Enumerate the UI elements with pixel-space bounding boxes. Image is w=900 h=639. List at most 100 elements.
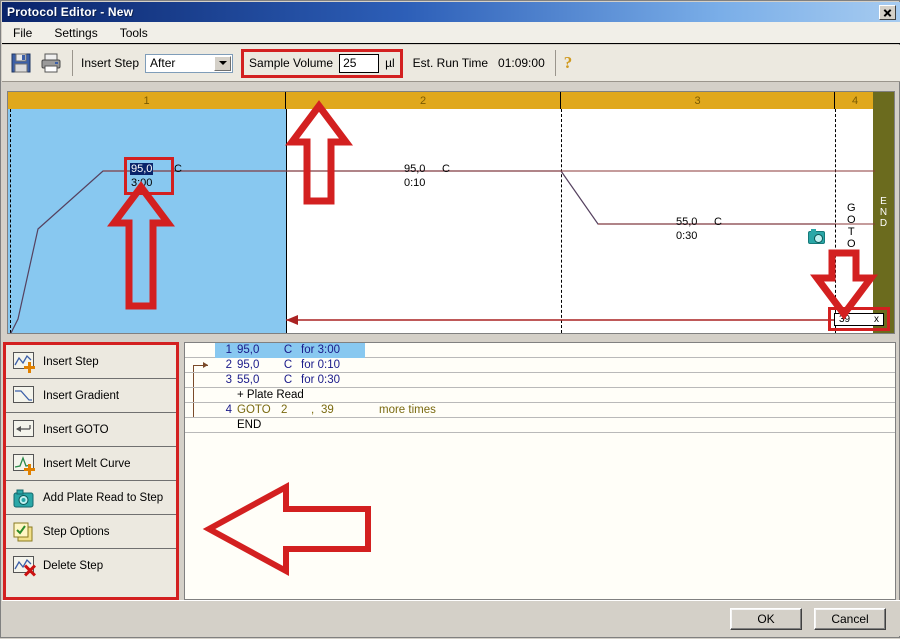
- table-row[interactable]: + Plate Read: [185, 388, 895, 403]
- goto-cycles-suffix: x: [874, 314, 879, 325]
- insert-melt-curve-icon: [12, 453, 36, 475]
- run-time-value: 01:09:00: [498, 56, 545, 70]
- menu-item-settings[interactable]: Settings: [43, 24, 108, 42]
- toolbar-separator-2: [554, 50, 556, 76]
- step-header-2[interactable]: 2: [286, 92, 561, 109]
- step-options-icon: [12, 521, 36, 543]
- row5-number: 4: [225, 404, 232, 416]
- row3-unit: C: [283, 374, 293, 386]
- row4-plate-read-label: + Plate Read: [237, 389, 304, 401]
- step1-temp-input[interactable]: 95,0: [130, 163, 154, 175]
- step-options-button-label: Step Options: [43, 525, 110, 538]
- step-tools-panel: Insert Step Insert Gradient Insert GOTO: [3, 342, 179, 600]
- menu-item-file[interactable]: File: [2, 24, 43, 42]
- sample-volume-unit: µl: [385, 56, 395, 70]
- temperature-profile-curve: [10, 170, 875, 333]
- step2-duration-value[interactable]: 0:10: [404, 177, 425, 189]
- close-icon[interactable]: [879, 4, 896, 20]
- add-plate-read-button[interactable]: Add Plate Read to Step: [6, 481, 176, 515]
- title-bar: Protocol Editor - New: [2, 2, 900, 22]
- delete-step-icon: [12, 555, 36, 577]
- table-row[interactable]: 3 55,0 C for 0:30: [185, 373, 895, 388]
- row5-goto-target: 2: [281, 404, 288, 416]
- row3-duration: for 0:30: [301, 374, 340, 386]
- insert-step-position-select[interactable]: After: [145, 53, 234, 73]
- row3-number: 3: [225, 374, 232, 386]
- cancel-button[interactable]: Cancel: [814, 607, 886, 630]
- row1-temp: 95,0: [237, 344, 260, 356]
- goto-cycles-input[interactable]: 39 x: [834, 313, 884, 326]
- row3-temp: 55,0: [237, 374, 260, 386]
- step1-temp-value: 95,0: [130, 163, 154, 175]
- run-time-label: Est. Run Time: [412, 56, 489, 70]
- step1-duration-input[interactable]: 3:00: [131, 177, 152, 189]
- table-row[interactable]: 2 95,0 C for 0:10: [185, 358, 895, 373]
- row5-suffix: more times: [379, 404, 436, 416]
- row1-unit: C: [283, 344, 293, 356]
- row2-unit: C: [283, 359, 293, 371]
- goto-vertical-label: GOTO: [847, 202, 856, 250]
- end-column: END: [873, 92, 894, 333]
- table-row[interactable]: 1 95,0 C for 3:00: [185, 343, 895, 358]
- step-header-1[interactable]: 1: [8, 92, 286, 109]
- dialog-footer: OK Cancel: [2, 600, 900, 636]
- chevron-down-icon[interactable]: [214, 55, 232, 71]
- toolbar: Insert Step After Sample Volume 25 µl Es…: [2, 45, 900, 82]
- help-question-icon[interactable]: ?: [564, 53, 573, 73]
- protocol-editor-window: Protocol Editor - New File Settings Tool…: [0, 0, 900, 638]
- row2-duration: for 0:10: [301, 359, 340, 371]
- insert-goto-icon: [12, 419, 36, 441]
- row5-goto-label: GOTO: [237, 404, 271, 416]
- insert-melt-curve-button-label: Insert Melt Curve: [43, 457, 131, 470]
- row2-number: 2: [225, 359, 232, 371]
- delete-step-button-label: Delete Step: [43, 560, 104, 572]
- insert-goto-button-label: Insert GOTO: [43, 423, 109, 436]
- row6-end-label: END: [237, 419, 262, 431]
- row2-temp: 95,0: [237, 359, 260, 371]
- insert-gradient-button-label: Insert Gradient: [43, 389, 120, 402]
- step-header-4[interactable]: 4: [835, 92, 875, 109]
- step-list[interactable]: 1 95,0 C for 3:00 2 95,0 C for 0:10 3 55…: [184, 342, 896, 600]
- table-row[interactable]: END: [185, 418, 895, 433]
- step-options-button[interactable]: Step Options: [6, 515, 176, 549]
- step3-duration-value[interactable]: 0:30: [676, 230, 697, 242]
- row5-cycles: 39: [321, 404, 334, 416]
- insert-step-label: Insert Step: [81, 56, 140, 70]
- print-icon[interactable]: [38, 50, 64, 76]
- menu-bar: File Settings Tools: [2, 22, 900, 44]
- step-number-headers: 1 2 3 4: [8, 92, 894, 109]
- row1-number: 1: [225, 344, 232, 356]
- goto-cycles-value: 39: [839, 314, 851, 325]
- insert-gradient-icon: [12, 385, 36, 407]
- menu-item-tools[interactable]: Tools: [109, 24, 159, 42]
- sample-volume-group: Sample Volume 25 µl: [241, 48, 403, 78]
- toolbar-separator-1: [72, 50, 73, 76]
- step-header-3[interactable]: 3: [561, 92, 835, 109]
- insert-step-icon: [12, 351, 36, 373]
- sample-volume-label: Sample Volume: [249, 56, 334, 70]
- sample-volume-input[interactable]: 25: [339, 53, 380, 73]
- graph-plot-area[interactable]: 95,0 C 3:00 95,0 C 0:10 55,0 C 0:30 GOTO…: [8, 109, 890, 333]
- save-icon[interactable]: [8, 50, 34, 76]
- row1-duration: for 3:00: [301, 344, 340, 356]
- insert-step-button[interactable]: Insert Step: [6, 345, 176, 379]
- step2-temp-value[interactable]: 95,0: [404, 163, 425, 175]
- table-row[interactable]: 4 GOTO 2 , 39 more times: [185, 403, 895, 418]
- row5-comma: ,: [311, 404, 315, 416]
- insert-step-button-label: Insert Step: [43, 355, 99, 368]
- insert-gradient-button[interactable]: Insert Gradient: [6, 379, 176, 413]
- insert-melt-curve-button[interactable]: Insert Melt Curve: [6, 447, 176, 481]
- step3-temp-value[interactable]: 55,0: [676, 216, 697, 228]
- add-plate-read-button-label: Add Plate Read to Step: [43, 491, 164, 504]
- step2-temp-unit: C: [442, 163, 450, 175]
- step1-temp-unit: C: [174, 163, 182, 175]
- ok-button[interactable]: OK: [730, 607, 802, 630]
- delete-step-button[interactable]: Delete Step: [6, 549, 176, 583]
- step3-temp-unit: C: [714, 216, 722, 228]
- protocol-graph[interactable]: 1 2 3 4 END 95,0 C 3:00 95,0 C 0:10 55,0…: [7, 91, 895, 334]
- add-plate-read-icon: [12, 487, 36, 509]
- insert-goto-button[interactable]: Insert GOTO: [6, 413, 176, 447]
- camera-plate-read-icon[interactable]: [808, 229, 825, 244]
- window-title: Protocol Editor - New: [7, 5, 134, 19]
- insert-step-position-value: After: [150, 56, 176, 70]
